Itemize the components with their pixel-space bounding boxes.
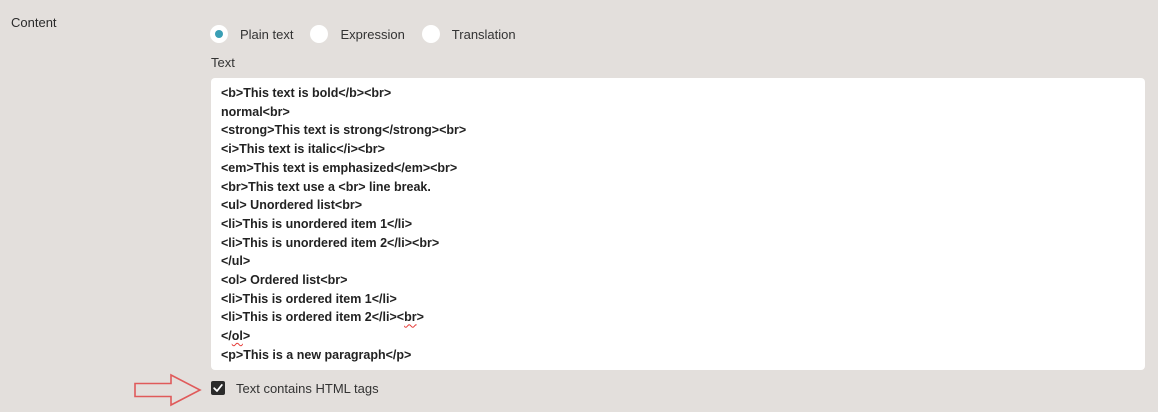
- text-field-label: Text: [211, 55, 235, 70]
- text-line: normal<br>: [221, 104, 290, 119]
- text-line: <ol> Ordered list<br>: [221, 273, 348, 288]
- text-line: <li>This is ordered item 1</li>: [221, 291, 397, 306]
- text-segment: >: [416, 310, 424, 325]
- radio-option-translation[interactable]: Translation: [421, 25, 516, 43]
- radio-label: Plain text: [240, 26, 294, 42]
- radio-label: Translation: [451, 26, 516, 42]
- text-line: </ol>: [221, 327, 1135, 346]
- content-type-radio-group: Plain text Expression Translation: [210, 24, 516, 44]
- arrow-right-icon: [134, 373, 202, 407]
- radio-button[interactable]: [310, 25, 329, 43]
- text-segment: </: [221, 329, 232, 344]
- radio-label: Expression: [340, 26, 405, 42]
- spell-error-segment: br: [404, 310, 417, 325]
- text-line: <br>This text use a <br> line break.: [221, 179, 431, 194]
- text-line: <em>This text is emphasized</em><br>: [221, 160, 458, 175]
- text-line: <ul> Unordered list<br>: [221, 198, 363, 213]
- text-line: </ul>: [221, 254, 251, 269]
- text-line: <li>This is unordered item 1</li>: [221, 216, 413, 231]
- text-line: <li>This is unordered item 2</li><br>: [221, 235, 440, 250]
- text-line: <li>This is ordered item 2</li><br>: [221, 310, 424, 325]
- radio-option-plain-text[interactable]: Plain text: [210, 25, 293, 43]
- text-segment: >: [242, 329, 251, 344]
- html-tags-checkbox-row[interactable]: Text contains HTML tags: [211, 380, 379, 396]
- radio-button-selected[interactable]: [210, 25, 228, 43]
- text-line: <p>This is a new paragraph</p>: [221, 347, 412, 362]
- checkmark-icon: [213, 384, 223, 392]
- content-label: Content: [11, 15, 57, 30]
- text-line: <b>This text is bold</b><br>: [221, 86, 392, 100]
- html-tags-checkbox-label: Text contains HTML tags: [236, 380, 379, 396]
- text-textarea[interactable]: <b>This text is bold</b><br> normal<br> …: [211, 78, 1145, 370]
- spell-error-segment: ol: [231, 329, 243, 344]
- html-tags-checkbox[interactable]: [211, 381, 225, 395]
- text-line: <i>This text is italic</i><br>: [221, 142, 385, 157]
- radio-button[interactable]: [421, 25, 440, 43]
- text-line: <strong>This text is strong</strong><br>: [221, 123, 467, 138]
- text-segment: <li>This is ordered item 2</li>: [221, 310, 397, 325]
- radio-option-expression[interactable]: Expression: [310, 25, 405, 43]
